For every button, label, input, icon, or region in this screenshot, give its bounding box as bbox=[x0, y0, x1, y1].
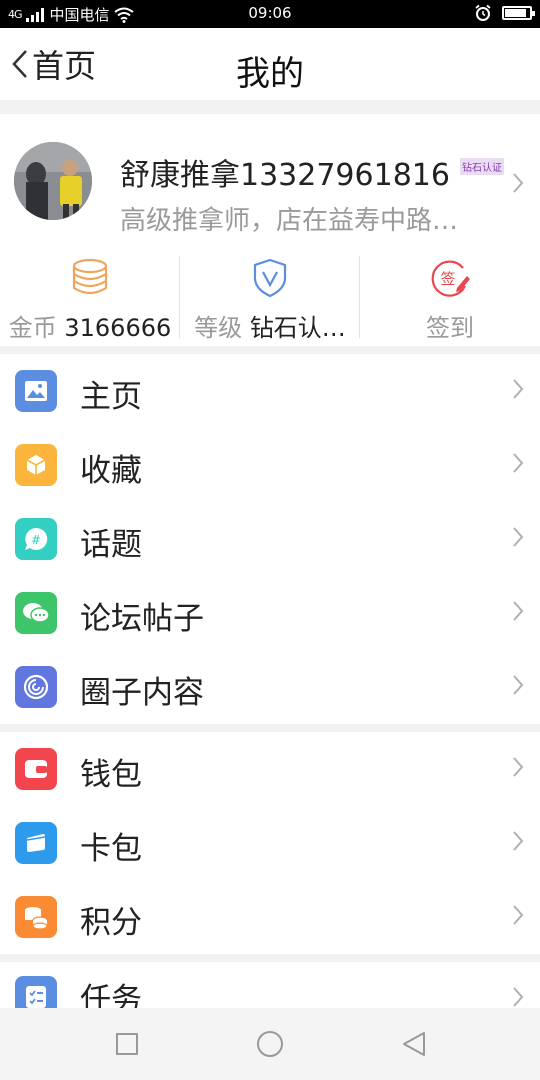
menu-item-wallet[interactable]: 钱包 bbox=[0, 732, 540, 806]
certification-badge: 钻石认证 bbox=[460, 158, 504, 175]
checklist-icon bbox=[15, 976, 57, 1008]
profile-card: 舒康推拿13327961816 钻石认证 高级推拿师，店在益寿中路… 金币 31… bbox=[0, 114, 540, 346]
svg-text:#: # bbox=[31, 533, 41, 547]
chevron-right-icon bbox=[513, 527, 524, 547]
menu-item-favorites[interactable]: 收藏 bbox=[0, 428, 540, 502]
chevron-right-icon bbox=[513, 675, 524, 695]
checkin-label: 签到 bbox=[426, 314, 474, 342]
coins-icon bbox=[72, 258, 108, 295]
cube-icon bbox=[15, 444, 57, 486]
chevron-left-icon bbox=[12, 50, 27, 78]
alarm-icon bbox=[475, 4, 491, 21]
level-stat[interactable]: 等级 钻石认… bbox=[180, 256, 360, 342]
menu-item-label: 钱包 bbox=[80, 757, 142, 793]
chat-bubbles-icon bbox=[15, 592, 57, 634]
title-bar: 首页 我的 bbox=[0, 28, 540, 100]
recent-apps-square-icon[interactable] bbox=[116, 1033, 138, 1055]
chevron-right-icon bbox=[513, 757, 524, 777]
chevron-right-icon bbox=[513, 987, 524, 1007]
level-value: 钻石认… bbox=[249, 314, 346, 342]
menu-item-card-holder[interactable]: 卡包 bbox=[0, 806, 540, 880]
home-circle-icon[interactable] bbox=[256, 1030, 284, 1058]
status-right bbox=[474, 4, 535, 22]
menu-item-label: 卡包 bbox=[80, 831, 142, 867]
user-name: 舒康推拿13327961816 bbox=[120, 158, 450, 193]
chevron-right-icon bbox=[513, 379, 524, 399]
menu-item-label: 积分 bbox=[80, 905, 142, 941]
avatar-image bbox=[14, 142, 92, 220]
checkin-icon: 签 bbox=[431, 260, 470, 297]
menu-item-circle-content[interactable]: 圈子内容 bbox=[0, 650, 540, 724]
stats-bar: 金币 3166666 等级 钻石认… 签 签到 bbox=[0, 256, 540, 342]
profile-chevron-right-icon[interactable] bbox=[512, 172, 524, 194]
shield-v-icon bbox=[253, 258, 287, 298]
checkin-icon-text: 签 bbox=[440, 270, 455, 288]
menu-item-label: 话题 bbox=[80, 527, 142, 563]
menu-item-label: 收藏 bbox=[80, 453, 142, 489]
menu-item-homepage[interactable]: 主页 bbox=[0, 354, 540, 428]
back-button[interactable]: 首页 bbox=[10, 42, 96, 86]
menu-group-content: 主页 收藏 # 话题 论坛帖子 圈子内容 bbox=[0, 354, 540, 724]
battery-icon bbox=[502, 6, 535, 20]
chevron-right-icon bbox=[513, 831, 524, 851]
menu-item-points[interactable]: 积分 bbox=[0, 880, 540, 954]
menu-group-finance: 钱包 卡包 积分 bbox=[0, 732, 540, 954]
level-label: 等级 bbox=[194, 314, 243, 342]
checkin-stat[interactable]: 签 签到 bbox=[360, 256, 540, 342]
coins-label: 金币 bbox=[8, 314, 57, 342]
back-label: 首页 bbox=[32, 47, 97, 85]
wallet-icon bbox=[15, 748, 57, 790]
menu-item-tasks[interactable]: 任务 bbox=[0, 962, 540, 1008]
chevron-right-icon bbox=[513, 601, 524, 621]
clock: 09:06 bbox=[248, 4, 292, 22]
coins-value: 3166666 bbox=[64, 314, 172, 342]
user-description: 高级推拿师，店在益寿中路… bbox=[120, 206, 459, 236]
menu-item-forum-posts[interactable]: 论坛帖子 bbox=[0, 576, 540, 650]
menu-item-label: 论坛帖子 bbox=[80, 601, 204, 637]
chevron-right-icon bbox=[513, 453, 524, 473]
back-triangle-icon[interactable] bbox=[402, 1031, 426, 1057]
coins-stack-icon bbox=[15, 896, 57, 938]
chevron-right-icon bbox=[513, 905, 524, 925]
image-icon bbox=[15, 370, 57, 412]
swirl-icon bbox=[15, 666, 57, 708]
avatar[interactable] bbox=[14, 142, 92, 220]
status-bar: 4G 中国电信 09:06 bbox=[0, 0, 540, 28]
hashtag-bubble-icon: # bbox=[15, 518, 57, 560]
menu-group-tasks: 任务 bbox=[0, 962, 540, 1008]
menu-item-label: 任务 bbox=[80, 982, 142, 1008]
menu-item-topics[interactable]: # 话题 bbox=[0, 502, 540, 576]
menu-item-label: 圈子内容 bbox=[80, 675, 204, 711]
coins-stat[interactable]: 金币 3166666 bbox=[0, 256, 180, 342]
battery-level bbox=[505, 9, 527, 17]
cards-icon bbox=[15, 822, 57, 864]
system-nav-bar bbox=[0, 1008, 540, 1080]
menu-item-label: 主页 bbox=[80, 379, 142, 415]
